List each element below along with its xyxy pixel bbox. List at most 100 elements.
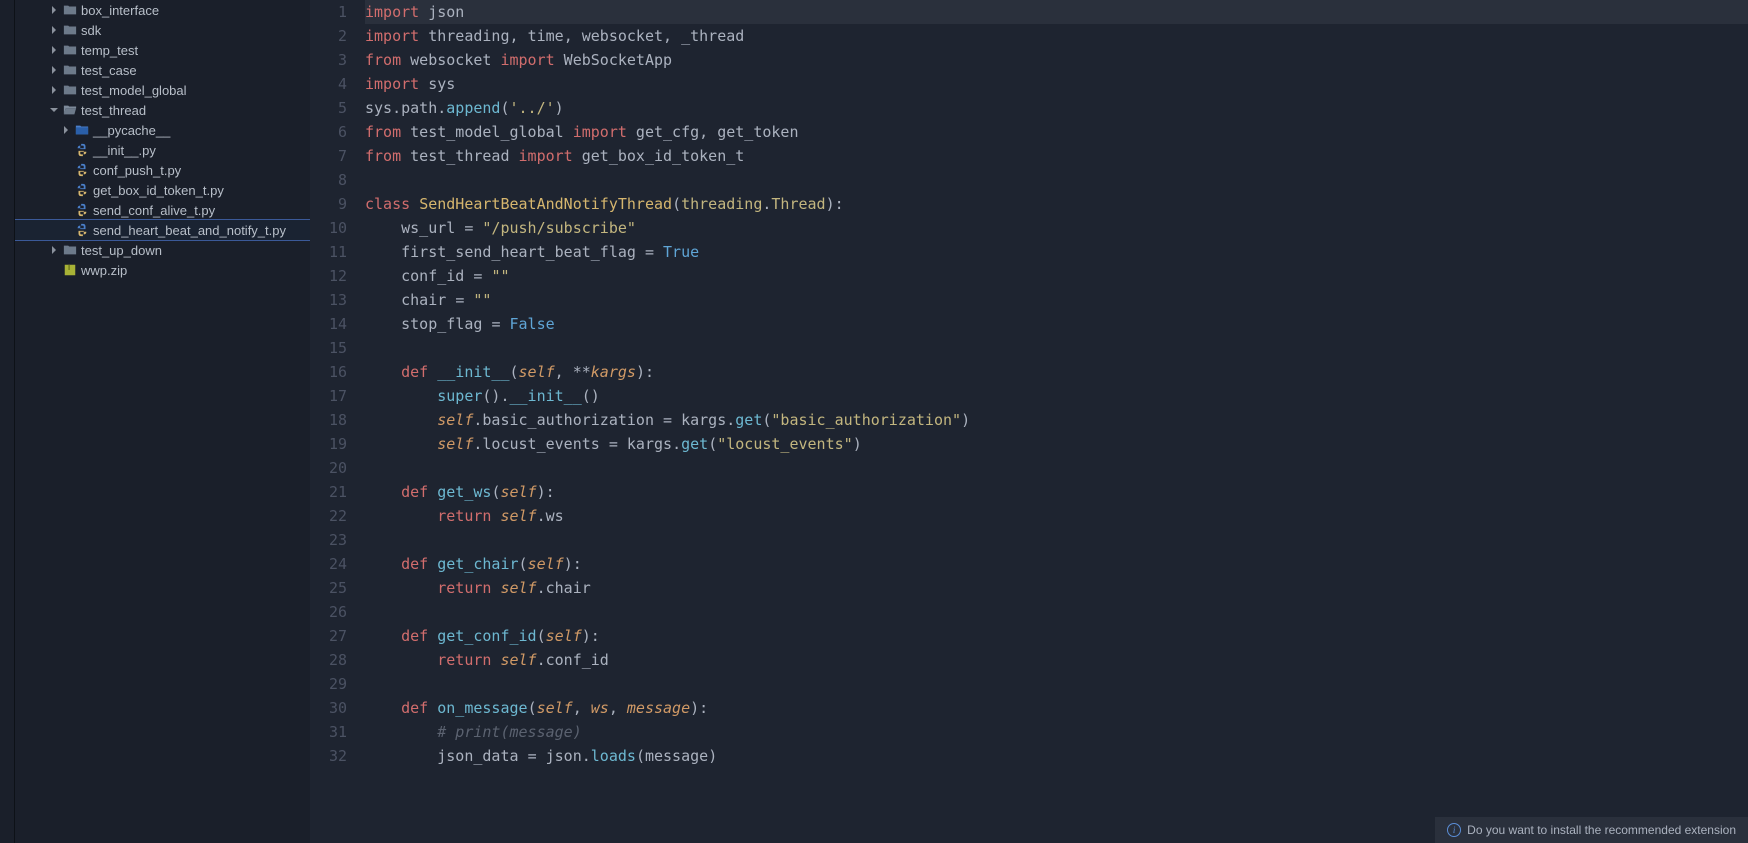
line-number: 2: [310, 24, 347, 48]
line-number: 18: [310, 408, 347, 432]
line-gutter: 1234567891011121314151617181920212223242…: [310, 0, 365, 843]
info-icon: i: [1447, 823, 1461, 837]
code-line[interactable]: conf_id = "": [365, 264, 1748, 288]
tree-item-label: box_interface: [81, 3, 159, 18]
pycache-icon: [73, 123, 91, 137]
line-number: 28: [310, 648, 347, 672]
line-number: 8: [310, 168, 347, 192]
tree-item[interactable]: __init__.py: [15, 140, 310, 160]
line-number: 5: [310, 96, 347, 120]
code-line[interactable]: [365, 528, 1748, 552]
code-line[interactable]: def __init__(self, **kargs):: [365, 360, 1748, 384]
code-line[interactable]: return self.conf_id: [365, 648, 1748, 672]
tree-item[interactable]: wwp.zip: [15, 260, 310, 280]
tree-item[interactable]: send_heart_beat_and_notify_t.py: [15, 220, 310, 240]
folder-icon: [61, 243, 79, 257]
tree-item-label: test_model_global: [81, 83, 187, 98]
code-line[interactable]: import sys: [365, 72, 1748, 96]
code-line[interactable]: self.basic_authorization = kargs.get("ba…: [365, 408, 1748, 432]
code-line[interactable]: ws_url = "/push/subscribe": [365, 216, 1748, 240]
code-line[interactable]: sys.path.append('../'): [365, 96, 1748, 120]
tree-item[interactable]: test_case: [15, 60, 310, 80]
tree-item-label: send_heart_beat_and_notify_t.py: [93, 223, 286, 238]
tree-item-label: __pycache__: [93, 123, 170, 138]
folder-icon: [61, 43, 79, 57]
tree-item[interactable]: test_up_down: [15, 240, 310, 260]
tree-item[interactable]: test_thread: [15, 100, 310, 120]
notification-bar[interactable]: i Do you want to install the recommended…: [1435, 817, 1748, 843]
folder-icon: [61, 63, 79, 77]
tree-item[interactable]: test_model_global: [15, 80, 310, 100]
line-number: 17: [310, 384, 347, 408]
tree-item[interactable]: sdk: [15, 20, 310, 40]
line-number: 20: [310, 456, 347, 480]
code-line[interactable]: return self.chair: [365, 576, 1748, 600]
tree-item-label: test_up_down: [81, 243, 162, 258]
chevron-icon[interactable]: [47, 5, 61, 15]
code-line[interactable]: # print(message): [365, 720, 1748, 744]
archive-icon: [61, 263, 79, 277]
line-number: 24: [310, 552, 347, 576]
notification-text: Do you want to install the recommended e…: [1467, 823, 1736, 837]
code-line[interactable]: [365, 672, 1748, 696]
tree-item-label: test_thread: [81, 103, 146, 118]
chevron-icon[interactable]: [47, 65, 61, 75]
line-number: 25: [310, 576, 347, 600]
python-icon: [73, 163, 91, 177]
line-number: 22: [310, 504, 347, 528]
tree-item-label: wwp.zip: [81, 263, 127, 278]
code-content[interactable]: import jsonimport threading, time, webso…: [365, 0, 1748, 843]
code-line[interactable]: from test_thread import get_box_id_token…: [365, 144, 1748, 168]
file-explorer[interactable]: box_interfacesdktemp_testtest_case test_m…: [15, 0, 310, 843]
code-editor[interactable]: 1234567891011121314151617181920212223242…: [310, 0, 1748, 843]
tree-item[interactable]: conf_push_t.py: [15, 160, 310, 180]
chevron-icon[interactable]: [47, 45, 61, 55]
code-line[interactable]: first_send_heart_beat_flag = True: [365, 240, 1748, 264]
line-number: 9: [310, 192, 347, 216]
code-line[interactable]: def get_chair(self):: [365, 552, 1748, 576]
code-line[interactable]: return self.ws: [365, 504, 1748, 528]
chevron-icon[interactable]: [47, 105, 61, 115]
tree-item[interactable]: temp_test: [15, 40, 310, 60]
chevron-icon[interactable]: [47, 85, 61, 95]
tree-item[interactable]: box_interface: [15, 0, 310, 20]
code-line[interactable]: def on_message(self, ws, message):: [365, 696, 1748, 720]
code-line[interactable]: [365, 336, 1748, 360]
code-line[interactable]: chair = "": [365, 288, 1748, 312]
line-number: 21: [310, 480, 347, 504]
code-line[interactable]: from websocket import WebSocketApp: [365, 48, 1748, 72]
code-line[interactable]: [365, 168, 1748, 192]
tree-item[interactable]: send_conf_alive_t.py: [15, 200, 310, 220]
code-line[interactable]: import threading, time, websocket, _thre…: [365, 24, 1748, 48]
code-line[interactable]: from test_model_global import get_cfg, g…: [365, 120, 1748, 144]
line-number: 32: [310, 744, 347, 768]
folder-open-icon: [61, 103, 79, 117]
chevron-icon[interactable]: [59, 125, 73, 135]
line-number: 27: [310, 624, 347, 648]
code-line[interactable]: [365, 600, 1748, 624]
folder-icon: [61, 83, 79, 97]
line-number: 23: [310, 528, 347, 552]
line-number: 30: [310, 696, 347, 720]
code-line[interactable]: super().__init__(): [365, 384, 1748, 408]
code-line[interactable]: self.locust_events = kargs.get("locust_e…: [365, 432, 1748, 456]
tree-item-label: conf_push_t.py: [93, 163, 181, 178]
code-line[interactable]: json_data = json.loads(message): [365, 744, 1748, 768]
line-number: 7: [310, 144, 347, 168]
code-line[interactable]: def get_ws(self):: [365, 480, 1748, 504]
tree-item[interactable]: __pycache__: [15, 120, 310, 140]
line-number: 14: [310, 312, 347, 336]
chevron-icon[interactable]: [47, 245, 61, 255]
line-number: 19: [310, 432, 347, 456]
code-line[interactable]: class SendHeartBeatAndNotifyThread(threa…: [365, 192, 1748, 216]
line-number: 1: [310, 0, 347, 24]
chevron-icon[interactable]: [47, 25, 61, 35]
code-line[interactable]: import json: [365, 0, 1748, 24]
code-line[interactable]: [365, 456, 1748, 480]
tree-item-label: send_conf_alive_t.py: [93, 203, 215, 218]
tree-item[interactable]: get_box_id_token_t.py: [15, 180, 310, 200]
code-line[interactable]: stop_flag = False: [365, 312, 1748, 336]
line-number: 10: [310, 216, 347, 240]
activity-bar[interactable]: [0, 0, 15, 843]
code-line[interactable]: def get_conf_id(self):: [365, 624, 1748, 648]
